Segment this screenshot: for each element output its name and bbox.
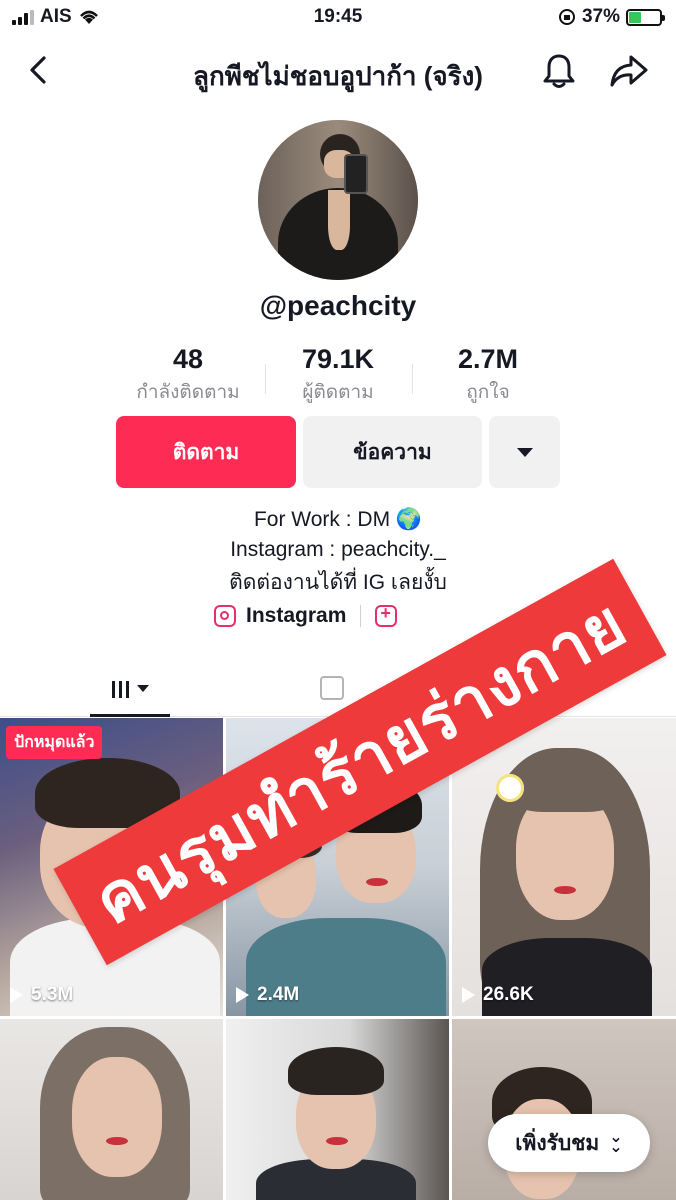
profile-header: ลูกพีชไม่ชอบอูปาก้า (จริง)	[0, 40, 676, 100]
more-options-button[interactable]	[489, 416, 560, 488]
stat-following[interactable]: 48 กำลังติดตาม	[118, 344, 258, 407]
pinned-badge: ปักหมุดแล้ว	[6, 726, 103, 759]
bio-line: For Work : DM 🌍	[253, 508, 423, 531]
notification-button[interactable]	[536, 48, 582, 94]
stat-value: 2.7M	[457, 344, 519, 374]
orientation-lock-icon	[558, 9, 575, 25]
status-bar: AIS 19:45 37%	[0, 0, 676, 36]
caret-down-icon	[516, 447, 533, 457]
stat-label: ผู้ติดตาม	[302, 382, 374, 403]
battery-percent: 37%	[581, 6, 620, 27]
video-thumbnail[interactable]	[226, 1019, 449, 1200]
instagram-icon	[214, 605, 236, 627]
stat-value: 79.1K	[301, 344, 375, 374]
stat-divider	[412, 364, 413, 394]
share-button[interactable]	[604, 48, 654, 94]
share-arrow-icon	[610, 55, 648, 87]
recently-watched-button[interactable]: เพิ่งรับชม ⌄ ⌄	[488, 1114, 650, 1172]
instagram-link[interactable]: Instagram	[246, 604, 346, 628]
play-icon	[462, 987, 475, 1003]
tab-videos[interactable]	[90, 660, 170, 716]
tab-reposts[interactable]	[320, 676, 344, 700]
status-right: 37%	[558, 6, 665, 28]
follow-button[interactable]: ติดตาม	[116, 416, 296, 488]
video-thumbnail[interactable]	[0, 1019, 223, 1200]
play-icon	[236, 987, 249, 1003]
caret-down-icon	[136, 684, 149, 692]
play-icon	[10, 987, 23, 1003]
add-link-icon[interactable]	[375, 603, 398, 627]
active-tab-indicator	[90, 714, 170, 717]
bio-line: Instagram : peachcity._	[230, 538, 446, 561]
stat-followers[interactable]: 79.1K ผู้ติดตาม	[272, 344, 404, 407]
video-thumbnail[interactable]	[452, 1019, 676, 1200]
battery-icon	[626, 8, 665, 26]
recently-watched-label: เพิ่งรับชม	[515, 1131, 600, 1155]
view-count: 2.4M	[236, 984, 299, 1006]
video-thumbnail[interactable]: 26.6K	[452, 718, 676, 1016]
stat-label: กำลังติดตาม	[136, 382, 240, 403]
flower-accessory	[496, 774, 524, 802]
double-chevron-down-icon: ⌄ ⌄	[609, 1129, 623, 1156]
view-count: 5.3M	[10, 984, 73, 1006]
grid-icon	[111, 678, 129, 698]
stat-divider	[265, 364, 266, 394]
bell-icon	[543, 54, 575, 88]
username: @peachcity	[259, 290, 417, 321]
view-count: 26.6K	[462, 984, 534, 1006]
stat-label: ถูกใจ	[466, 382, 510, 403]
message-button[interactable]: ข้อความ	[303, 416, 482, 488]
stat-likes[interactable]: 2.7M ถูกใจ	[420, 344, 556, 407]
profile-links: Instagram	[214, 603, 398, 628]
avatar[interactable]	[258, 120, 418, 280]
stat-value: 48	[172, 344, 204, 374]
link-divider	[360, 605, 362, 627]
